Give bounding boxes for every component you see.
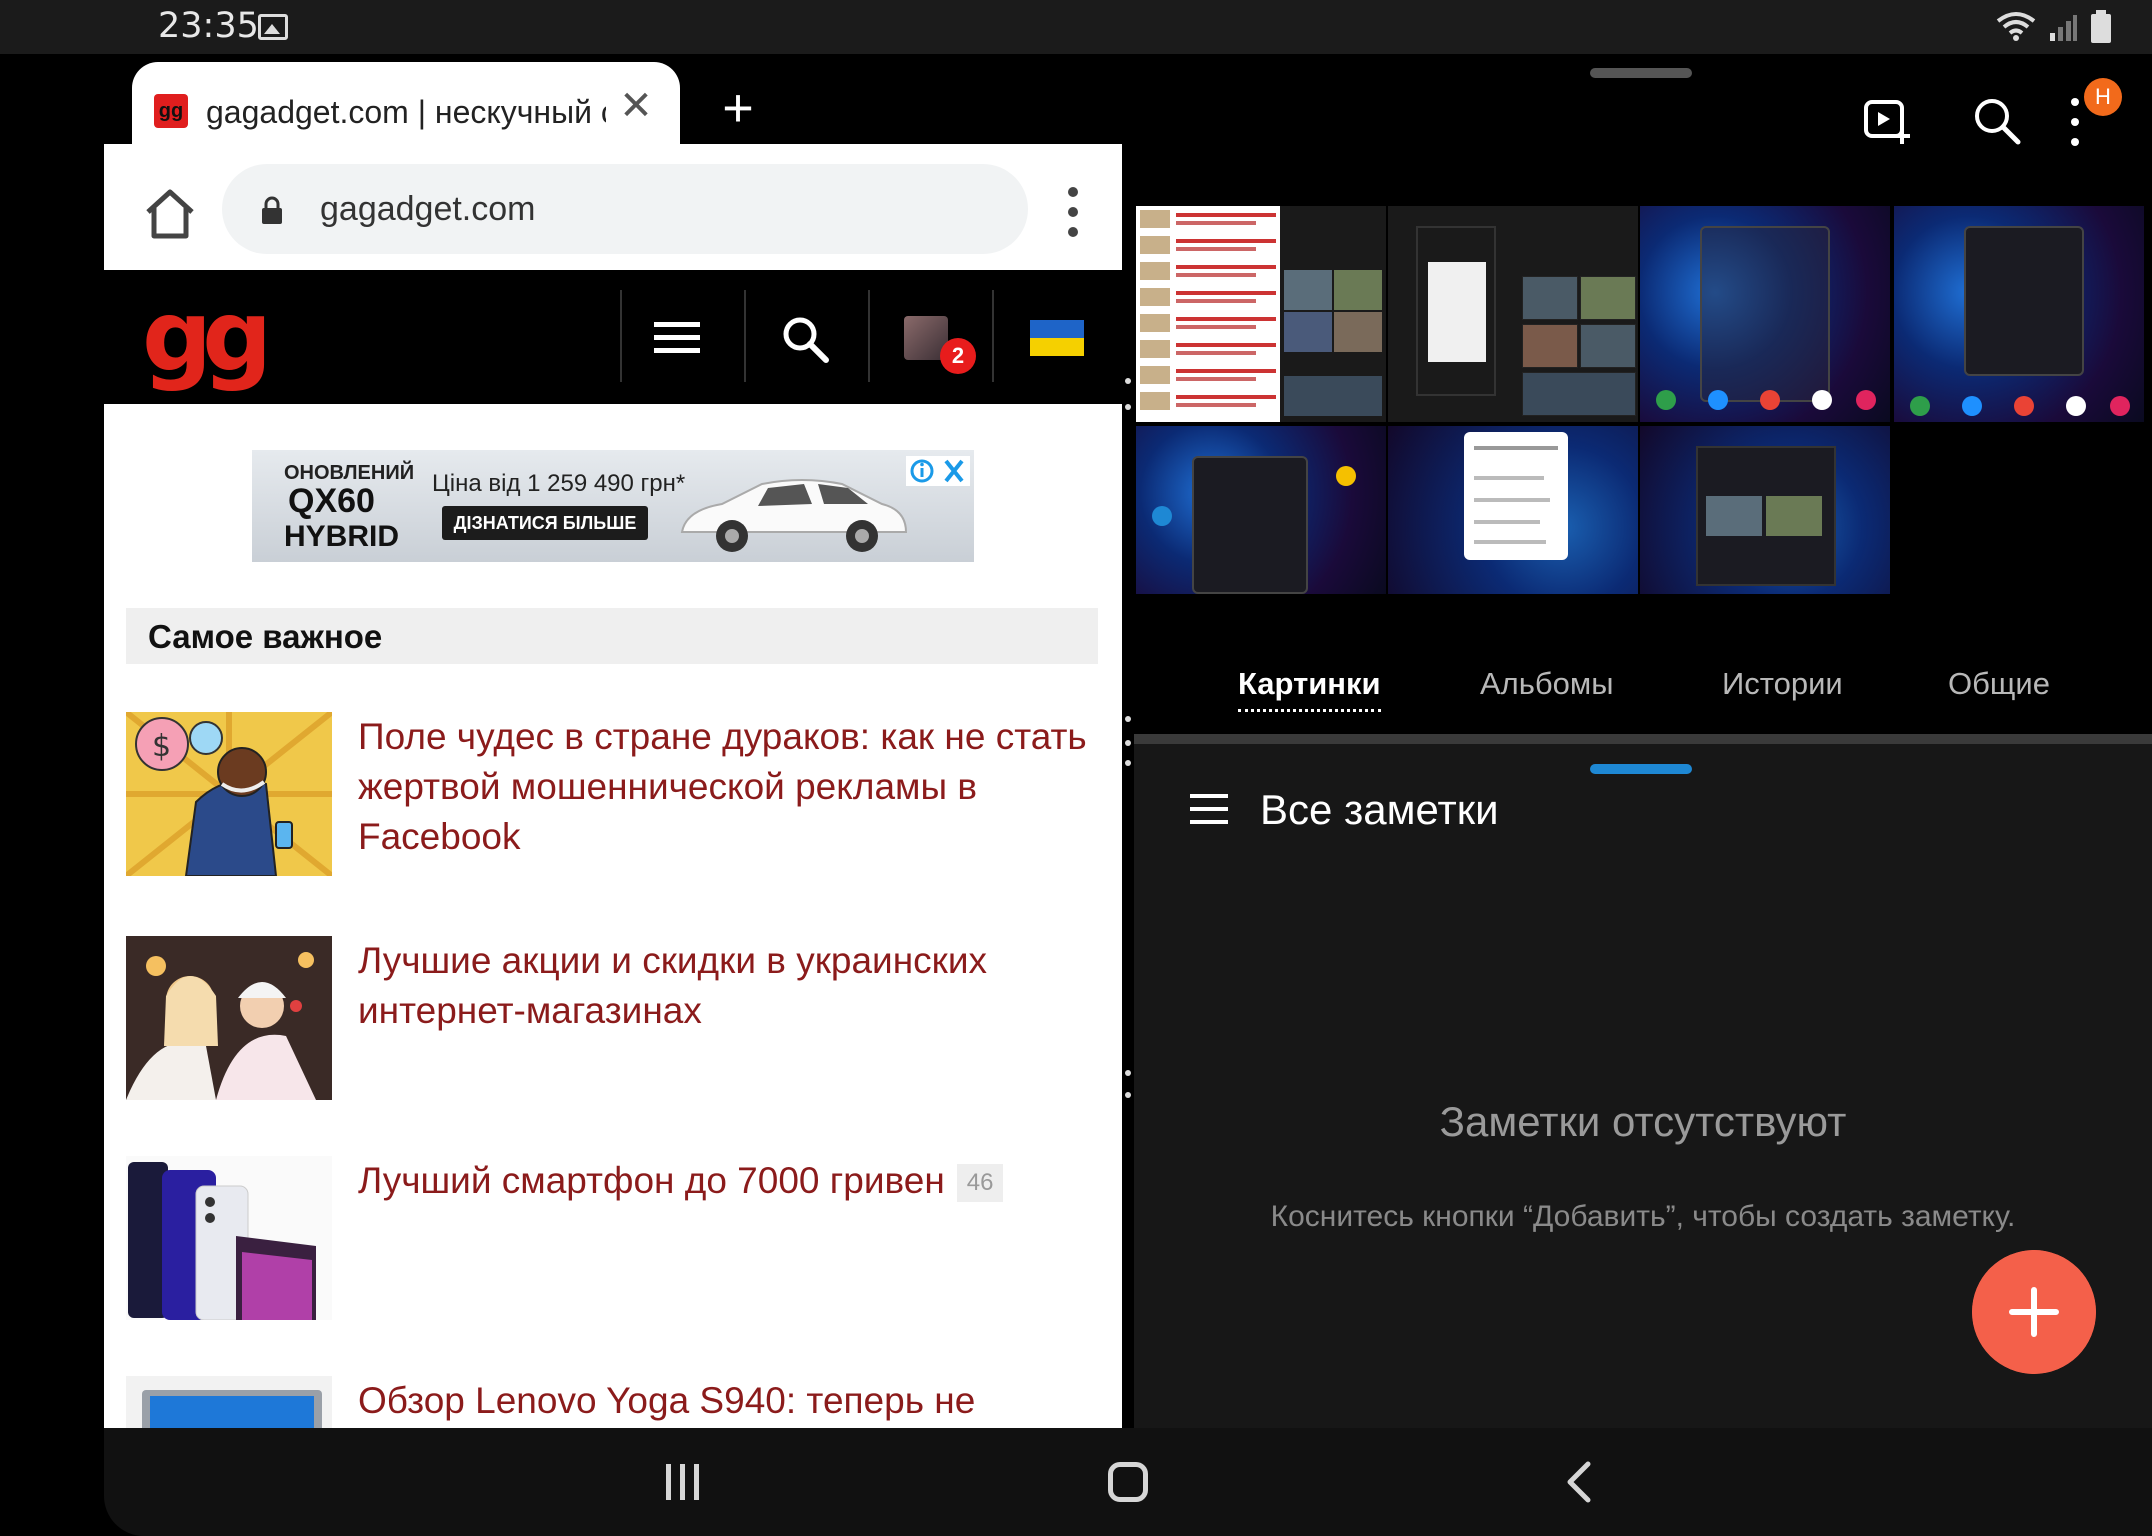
lock-icon (262, 196, 282, 224)
tab-pictures[interactable]: Картинки (1238, 666, 1381, 712)
empty-state-title: Заметки отсутствуют (1439, 1098, 1847, 1145)
ad-cta-button[interactable]: ДІЗНАТИСЯ БІЛЬШЕ (442, 506, 648, 540)
article-thumbnail[interactable] (126, 936, 332, 1100)
car-image (680, 479, 908, 552)
ad-line2: QX60 (288, 482, 375, 520)
gallery-tabs: Картинки Альбомы Истории Общие (1134, 646, 2152, 726)
recent-apps-icon[interactable] (664, 1462, 702, 1502)
section-title: Самое важное (148, 618, 383, 655)
hamburger-menu-icon[interactable] (654, 322, 700, 354)
home-button[interactable] (1108, 1462, 1148, 1502)
photo-thumbnail[interactable] (1894, 206, 2144, 422)
notification-badge: 2 (940, 338, 976, 374)
battery-icon (2091, 10, 2111, 43)
article-title[interactable]: Поле чудес в стране дураков: как не стат… (358, 712, 1098, 862)
wifi-icon (1996, 12, 2036, 41)
profile-badge: H (2084, 78, 2122, 116)
tab-strip: gg gagadget.com | нескучный с ✕ + (104, 54, 1122, 152)
home-icon[interactable] (140, 184, 200, 244)
add-note-button[interactable] (1972, 1250, 2096, 1374)
tab-stories[interactable]: Истории (1722, 666, 1843, 702)
empty-state-hint: Коснитесь кнопки “Добавить”, чтобы созда… (1270, 1200, 2016, 1233)
divider-handle-dot (1125, 1092, 1131, 1098)
photo-thumbnail[interactable] (1388, 426, 1638, 594)
divider-handle-dot (1125, 760, 1131, 766)
header-divider (744, 290, 746, 382)
notes-window: Все заметки Заметки отсутствуют Коснитес… (1134, 744, 2152, 1428)
close-tab-icon[interactable]: ✕ (614, 84, 658, 128)
divider-handle-dot (1125, 404, 1131, 410)
browser-tab[interactable]: gg gagadget.com | нескучный с ✕ (132, 62, 680, 152)
window-drag-handle[interactable] (1590, 68, 1692, 78)
notes-title: Все заметки (1260, 786, 1499, 833)
article-thumbnail[interactable] (126, 1376, 332, 1428)
photo-thumbnail[interactable] (1640, 206, 1890, 422)
ad-price: Ціна від 1 259 490 грн* (432, 470, 686, 497)
tab-albums[interactable]: Альбомы (1480, 666, 1614, 702)
article-item[interactable]: $ Поле чудес в стране дураков: как не ст… (126, 712, 1106, 876)
article-item[interactable]: Обзор Lenovo Yoga S940: теперь не (126, 1376, 1106, 1428)
signal-icon (2050, 15, 2077, 41)
status-time: 23:35 (158, 6, 259, 46)
navigation-bar (104, 1428, 2152, 1536)
ad-close-icon[interactable] (906, 456, 970, 486)
ukraine-flag-icon[interactable] (1030, 320, 1084, 356)
back-icon[interactable] (1564, 1460, 1594, 1504)
article-item[interactable]: Лучший смартфон до 7000 гривен 46 (126, 1156, 1106, 1320)
section-header: Самое важное (126, 608, 1098, 664)
divider-handle-dot (1125, 740, 1131, 746)
article-thumbnail[interactable]: $ (126, 712, 332, 876)
more-options-icon[interactable] (2064, 94, 2086, 150)
article-title[interactable]: Обзор Lenovo Yoga S940: теперь не (358, 1376, 1098, 1426)
divider-handle-dot (1125, 1070, 1131, 1076)
status-icons (1996, 10, 2112, 44)
status-bar: 23:35 (0, 0, 2152, 54)
browser-toolbar: gagadget.com (104, 144, 1122, 270)
window-drag-handle[interactable] (1590, 764, 1692, 774)
horizontal-split-bar[interactable] (1134, 734, 2152, 744)
browser-menu-icon[interactable] (1056, 184, 1090, 240)
article-title[interactable]: Лучший смартфон до 7000 гривен 46 (358, 1156, 1098, 1206)
comment-count[interactable]: 46 (956, 1164, 1004, 1203)
photo-thumbnail[interactable] (1136, 426, 1386, 594)
site-favicon: gg (154, 94, 188, 128)
ad-line3: HYBRID (284, 520, 400, 553)
tab-shared[interactable]: Общие (1948, 666, 2050, 702)
photo-thumbnail[interactable] (1388, 206, 1638, 422)
photo-grid (1134, 206, 2152, 654)
photo-thumbnail[interactable] (1136, 206, 1386, 422)
article-thumbnail[interactable] (126, 1156, 332, 1320)
svg-text:$: $ (152, 729, 171, 764)
new-tab-button[interactable]: + (708, 78, 768, 138)
url-text: gagadget.com (320, 190, 536, 228)
hamburger-menu-icon[interactable] (1190, 792, 1228, 826)
gallery-notification-icon (258, 14, 288, 40)
article-title[interactable]: Лучшие акции и скидки в украинских интер… (358, 936, 1098, 1036)
article-item[interactable]: Лучшие акции и скидки в украинских интер… (126, 936, 1106, 1100)
gallery-window: H Картинки Альбомы Истории Общие (1134, 54, 2152, 740)
search-icon[interactable] (780, 314, 830, 364)
address-bar[interactable]: gagadget.com (222, 164, 1028, 254)
divider-handle-dot (1125, 378, 1131, 384)
search-icon[interactable] (1970, 94, 2022, 146)
ad-banner[interactable]: ОНОВЛЕНИЙ QX60 HYBRID Ціна від 1 259 490… (252, 450, 974, 562)
header-divider (620, 290, 622, 382)
header-divider (992, 290, 994, 382)
site-logo[interactable]: gg (142, 288, 272, 386)
header-divider (868, 290, 870, 382)
divider-handle-dot (1125, 716, 1131, 722)
tab-title: gagadget.com | нескучный с (206, 94, 606, 130)
photo-thumbnail[interactable] (1640, 426, 1890, 594)
studio-add-icon[interactable] (1862, 94, 1914, 146)
browser-window: gg gagadget.com | нескучный с ✕ + gagadg… (104, 54, 1122, 1428)
site-header: gg 2 (104, 270, 1122, 404)
